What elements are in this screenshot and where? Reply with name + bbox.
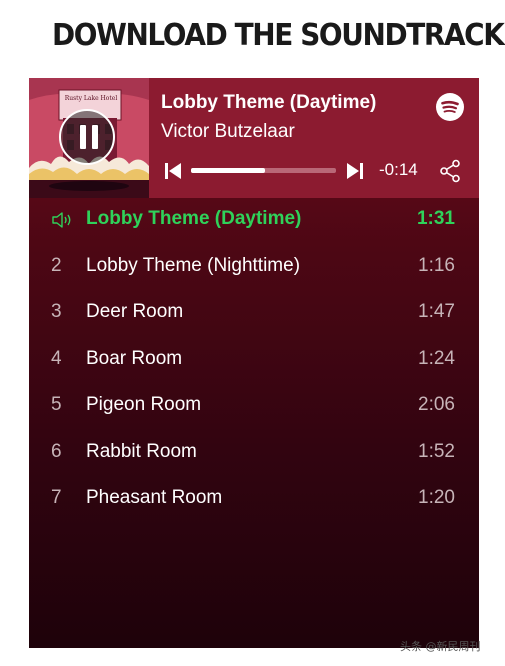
track-number: 2 [51, 255, 62, 276]
track-title: Pheasant Room [86, 487, 223, 508]
track-number: 7 [51, 487, 62, 508]
album-art: Rusty Lake Hotel [29, 78, 149, 198]
share-icon[interactable] [438, 159, 462, 183]
album-art-title: Rusty Lake Hotel [64, 95, 118, 102]
track-number: 6 [51, 441, 62, 462]
track-duration: 2:06 [418, 394, 455, 415]
track-row[interactable]: 4 Boar Room 1:24 [29, 338, 479, 382]
player-header: Rusty Lake Hotel Lobby Theme (Daytime) V… [29, 78, 479, 198]
progress-fill [191, 168, 265, 173]
track-number: 5 [51, 394, 62, 415]
track-title: Rabbit Room [86, 441, 197, 462]
track-row-playing[interactable]: Lobby Theme (Daytime) 1:31 [29, 198, 479, 242]
spotify-player: Rusty Lake Hotel Lobby Theme (Daytime) V… [29, 78, 479, 648]
time-remaining: -0:14 [379, 160, 418, 179]
track-title: Lobby Theme (Daytime) [86, 208, 302, 229]
track-duration: 1:20 [418, 487, 455, 508]
track-duration: 1:52 [418, 441, 455, 462]
spotify-logo-icon[interactable] [436, 93, 464, 121]
track-duration: 1:47 [418, 301, 455, 322]
pause-icon-bar [92, 125, 98, 149]
track-row[interactable]: 2 Lobby Theme (Nighttime) 1:16 [29, 245, 479, 289]
progress-bar[interactable] [191, 168, 336, 173]
pause-icon [80, 125, 86, 149]
speaker-icon [52, 212, 71, 228]
track-number: 3 [51, 301, 62, 322]
now-playing-title[interactable]: Lobby Theme (Daytime) [161, 92, 376, 114]
track-row[interactable]: 5 Pigeon Room 2:06 [29, 384, 479, 428]
watermark: 头条 @新民周刊 [400, 640, 481, 653]
track-duration: 1:24 [418, 348, 455, 369]
now-playing-artist[interactable]: Victor Butzelaar [161, 121, 295, 143]
track-title: Lobby Theme (Nighttime) [86, 255, 301, 276]
track-row[interactable]: 6 Rabbit Room 1:52 [29, 431, 479, 475]
track-row[interactable]: 7 Pheasant Room 1:20 [29, 477, 479, 521]
skip-previous-icon[interactable] [164, 162, 182, 180]
track-title: Pigeon Room [86, 394, 202, 415]
track-row[interactable]: 3 Deer Room 1:47 [29, 291, 479, 335]
track-title: Deer Room [86, 301, 184, 322]
track-duration: 1:31 [416, 208, 455, 229]
skip-next-icon[interactable] [346, 162, 364, 180]
page-title: DOWNLOAD THE SOUNDTRACK [52, 18, 505, 53]
track-duration: 1:16 [418, 255, 455, 276]
pause-button[interactable] [59, 109, 115, 165]
track-title: Boar Room [86, 348, 183, 369]
track-number: 4 [51, 348, 62, 369]
